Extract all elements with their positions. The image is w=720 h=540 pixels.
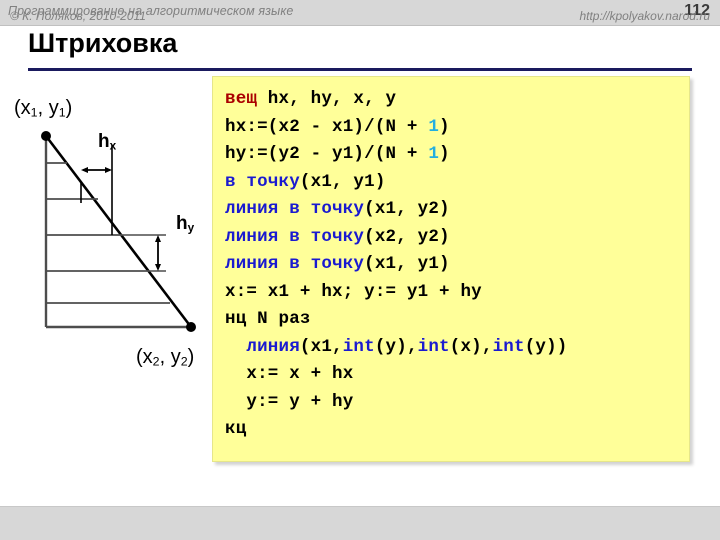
point-label-top-open: (x — [14, 97, 31, 119]
hx-label-sub: x — [109, 139, 117, 153]
point-label-bottom-sub2: 2 — [180, 354, 188, 369]
code-token: в точку — [225, 171, 300, 192]
hatching-diagram-svg — [41, 131, 196, 332]
code-token: (y)) — [524, 336, 568, 357]
code-line: в точку(x1, y1) — [225, 169, 689, 197]
hy-label-base: h — [176, 213, 188, 234]
code-line: линия в точку(x1, y2) — [225, 196, 689, 224]
code-token: (y), — [374, 336, 418, 357]
code-line: вещ hx, hy, x, y — [225, 86, 689, 114]
code-token: вещ — [225, 89, 258, 109]
point-marker-bottom — [186, 322, 196, 332]
hx-arrow-head-right — [105, 167, 112, 173]
hx-label-base: h — [98, 131, 110, 152]
point-label-bottom-mid: , y — [159, 346, 181, 368]
code-token: 1 — [428, 144, 440, 164]
code-line: линия(x1,int(y),int(x),int(y)) — [225, 334, 689, 362]
code-line: кц — [225, 416, 689, 444]
point-label-top-mid: , y — [37, 97, 59, 119]
code-token: y:= y + hy — [225, 391, 354, 412]
code-line: hx:=(x2 - x1)/(N + 1) — [225, 114, 689, 142]
code-line: x:= x + hx — [225, 361, 689, 389]
page-title: Штриховка — [28, 28, 178, 58]
point-label-bottom-close: ) — [187, 346, 195, 368]
code-token: нц N раз — [225, 309, 311, 329]
title-divider — [28, 68, 692, 71]
code-token: int — [342, 336, 375, 357]
point-label-top-sub2: 1 — [58, 105, 66, 120]
point-label-top-close: ) — [65, 97, 73, 119]
point-label-top: (x1, y1) — [14, 97, 72, 120]
footer-bar — [0, 506, 720, 540]
hx-arrow-head-left — [81, 167, 88, 173]
footer-url: http://kpolyakov.narod.ru — [579, 9, 710, 23]
hy-label-sub: y — [187, 221, 195, 235]
code-token: hx, hy, x, y — [257, 89, 397, 109]
hy-label: hy — [176, 213, 194, 235]
code-line: линия в точку(x2, y2) — [225, 224, 689, 252]
code-token: hy:=(y2 - y1)/(N + — [225, 144, 429, 164]
point-label-bottom-sub1: 2 — [152, 354, 160, 369]
code-token: (x1, y2) — [364, 199, 450, 219]
code-token: (x2, y2) — [364, 226, 450, 247]
code-token: (x1, — [299, 336, 343, 357]
point-label-bottom: (x2, y2) — [136, 346, 194, 369]
code-token: линия — [246, 336, 300, 357]
code-token: hx:=(x2 - x1)/(N + — [225, 116, 429, 137]
code-line: x:= x1 + hx; y:= y1 + hy — [225, 279, 689, 307]
point-label-top-sub1: 1 — [30, 105, 38, 120]
code-token: x:= x + hx — [225, 364, 354, 384]
hy-arrow-head-top — [155, 235, 161, 242]
hypotenuse-line — [44, 135, 193, 328]
code-token: 1 — [428, 116, 440, 137]
code-token: линия в точку — [225, 254, 365, 274]
code-token: (x1, y1) — [364, 254, 450, 274]
hatching-diagram: (x1, y1) (x2, y2) hx hy — [0, 85, 215, 385]
code-token: линия в точку — [225, 226, 365, 247]
code-panel: вещ hx, hy, x, y hx:=(x2 - x1)/(N + 1) hy:… — [212, 76, 690, 462]
point-marker-top — [41, 131, 51, 141]
code-listing: вещ hx, hy, x, y hx:=(x2 - x1)/(N + 1) hy:… — [225, 86, 689, 444]
code-line: hy:=(y2 - y1)/(N + 1) — [225, 141, 689, 169]
hy-arrow-head-bottom — [155, 264, 161, 271]
point-label-bottom-open: (x — [136, 346, 153, 368]
code-token: int — [417, 336, 450, 357]
code-token: ) — [439, 116, 450, 137]
code-token: кц — [225, 419, 247, 439]
code-token: (x1, y1) — [299, 171, 386, 192]
code-line: нц N раз — [225, 306, 689, 334]
hx-label: hx — [98, 131, 116, 153]
footer-copyright: © К. Поляков, 2010-2011 — [10, 9, 146, 23]
code-token: (x), — [449, 336, 493, 357]
code-line: y:= y + hy — [225, 389, 689, 417]
code-token: x:= x1 + hx; y:= y1 + hy — [225, 281, 482, 302]
code-token: линия в точку — [225, 199, 365, 219]
code-token: int — [492, 336, 525, 357]
code-token: ) — [439, 144, 450, 164]
code-line: линия в точку(x1, y1) — [225, 251, 689, 279]
